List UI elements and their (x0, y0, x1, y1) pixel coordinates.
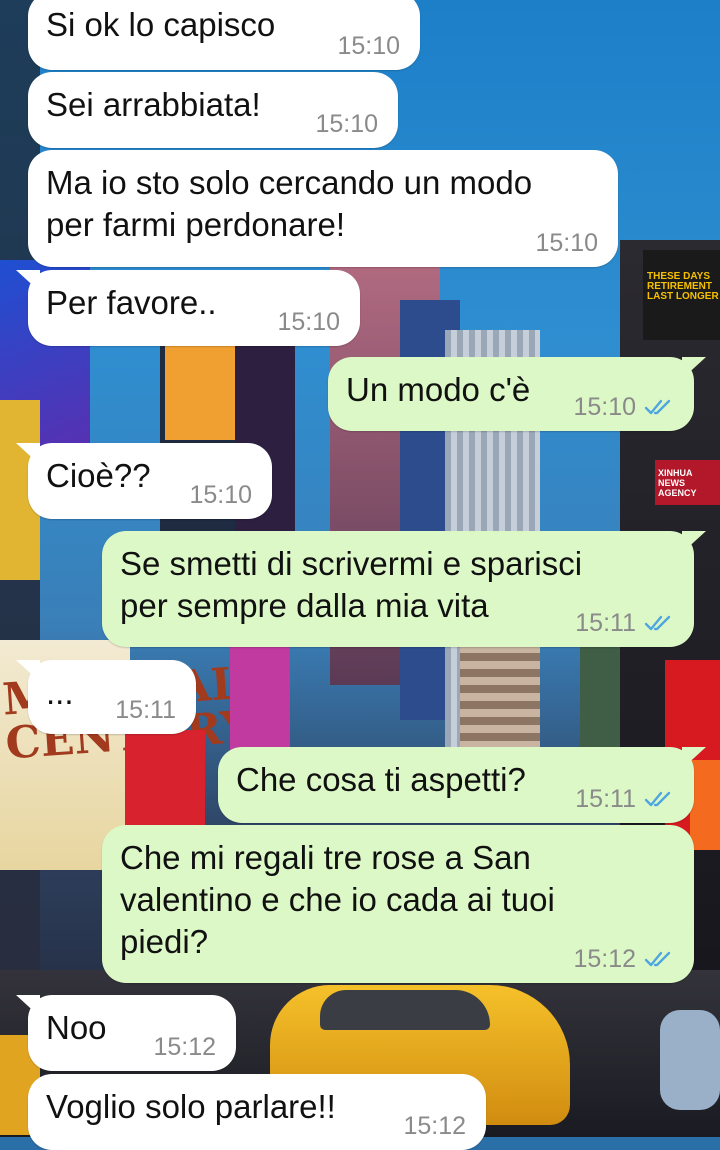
double-check-read-icon (644, 791, 671, 807)
double-check-read-icon (644, 951, 671, 967)
bubble-tail-icon (682, 531, 706, 553)
incoming-message[interactable]: Si ok lo capisco 15:10 (28, 0, 420, 70)
double-check-read-icon (644, 399, 671, 415)
message-time: 15:10 (277, 308, 340, 336)
outgoing-message[interactable]: Se smetti di scrivermi e sparisci per se… (102, 531, 706, 647)
bubble-tail-icon (16, 443, 40, 465)
bubble-tail-icon (16, 270, 40, 292)
message-time: 15:10 (573, 393, 636, 421)
incoming-message[interactable]: Per favore.. 15:10 (16, 270, 360, 346)
message-time: 15:12 (573, 945, 636, 973)
outgoing-message[interactable]: Che cosa ti aspetti? 15:11 (218, 747, 706, 823)
message-text: Ma io sto solo cercando un modo per farm… (46, 164, 533, 243)
outgoing-message[interactable]: Un modo c'è 15:10 (328, 357, 706, 431)
message-list[interactable]: Si ok lo capisco 15:10 Sei arrabbiata! 1… (0, 0, 720, 1150)
message-time: 15:12 (403, 1112, 466, 1140)
bubble-tail-icon (16, 660, 40, 682)
incoming-message[interactable]: ... 15:11 (16, 660, 196, 734)
bubble-tail-icon (682, 747, 706, 769)
message-time: 15:11 (575, 609, 636, 637)
outgoing-message[interactable]: Che mi regali tre rose a San valentino e… (102, 825, 694, 983)
message-time: 15:10 (315, 110, 378, 138)
message-time: 15:11 (115, 696, 176, 724)
message-time: 15:10 (337, 32, 400, 60)
message-time: 15:10 (535, 229, 598, 257)
incoming-message[interactable]: Voglio solo parlare!! 15:12 (28, 1074, 486, 1150)
incoming-message[interactable]: Noo 15:12 (16, 995, 236, 1071)
bubble-tail-icon (16, 995, 40, 1017)
message-time: 15:12 (153, 1033, 216, 1061)
incoming-message[interactable]: Cioè?? 15:10 (16, 443, 272, 519)
message-time: 15:10 (189, 481, 252, 509)
message-time: 15:11 (575, 785, 636, 813)
incoming-message[interactable]: Ma io sto solo cercando un modo per farm… (28, 150, 618, 267)
bubble-tail-icon (682, 357, 706, 379)
incoming-message[interactable]: Sei arrabbiata! 15:10 (28, 72, 398, 148)
double-check-read-icon (644, 615, 671, 631)
